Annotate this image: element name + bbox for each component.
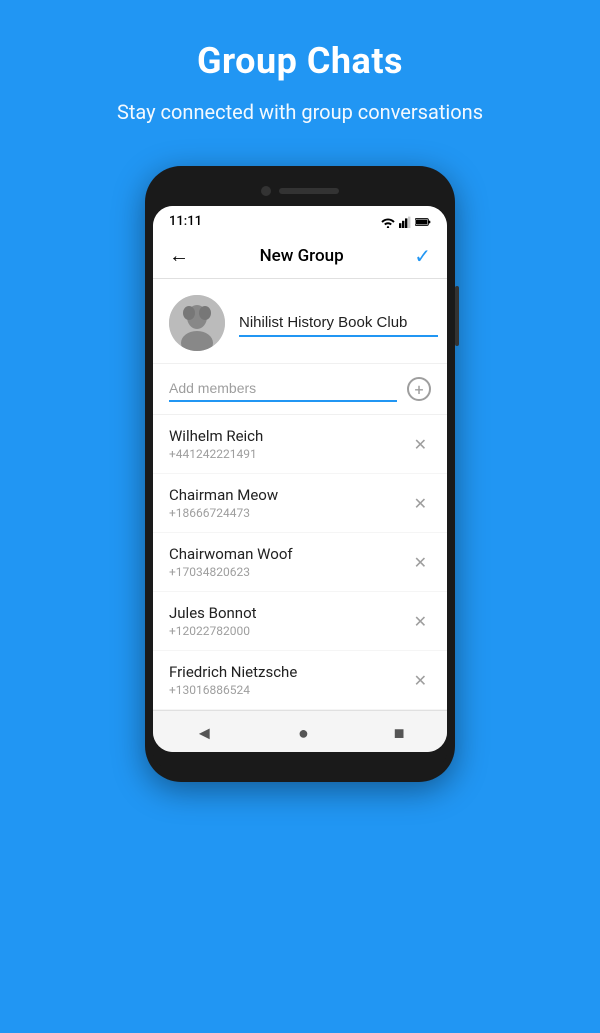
- list-item: Friedrich Nietzsche +13016886524 ✕: [153, 651, 447, 710]
- back-button[interactable]: ←: [169, 243, 189, 268]
- list-item: Jules Bonnot +12022782000 ✕: [153, 592, 447, 651]
- nav-home-button[interactable]: ●: [298, 723, 309, 744]
- member-phone: +18666724473: [169, 506, 278, 520]
- group-name-section: [153, 279, 447, 364]
- nav-recents-button[interactable]: ■: [394, 723, 405, 744]
- avatar-image: [169, 295, 225, 351]
- phone-top-bar: [153, 180, 447, 206]
- status-bar: 11:11: [153, 206, 447, 233]
- member-phone: +12022782000: [169, 624, 257, 638]
- battery-icon: [415, 217, 431, 227]
- page-subtitle: Stay connected with group conversations: [60, 98, 540, 126]
- member-info: Chairwoman Woof +17034820623: [169, 545, 293, 579]
- phone-screen: 11:11: [153, 206, 447, 752]
- remove-member-button[interactable]: ✕: [410, 667, 431, 694]
- member-name: Jules Bonnot: [169, 604, 257, 622]
- page-title: Group Chats: [60, 40, 540, 82]
- phone-side-button: [455, 286, 459, 346]
- speaker-icon: [279, 188, 339, 194]
- group-name-input[interactable]: [239, 310, 438, 337]
- remove-member-button[interactable]: ✕: [410, 490, 431, 517]
- member-info: Chairman Meow +18666724473: [169, 486, 278, 520]
- phone-nav-bar: ◄ ● ■: [153, 710, 447, 752]
- member-list: Wilhelm Reich +441242221491 ✕ Chairman M…: [153, 415, 447, 710]
- camera-icon: [261, 186, 271, 196]
- plus-icon: +: [414, 380, 423, 399]
- nav-back-button[interactable]: ◄: [195, 723, 213, 744]
- add-members-input[interactable]: [169, 376, 397, 402]
- member-info: Friedrich Nietzsche +13016886524: [169, 663, 297, 697]
- signal-icon: [399, 216, 411, 228]
- member-phone: +441242221491: [169, 447, 263, 461]
- member-name: Chairman Meow: [169, 486, 278, 504]
- status-time: 11:11: [169, 214, 202, 229]
- list-item: Chairman Meow +18666724473 ✕: [153, 474, 447, 533]
- phone-bottom: [153, 752, 447, 768]
- app-toolbar: ← New Group ✓: [153, 233, 447, 279]
- phone-outer: 11:11: [145, 166, 455, 782]
- status-icons: [381, 216, 431, 228]
- header-section: Group Chats Stay connected with group co…: [0, 0, 600, 156]
- remove-member-button[interactable]: ✕: [410, 549, 431, 576]
- add-members-section: +: [153, 364, 447, 415]
- add-member-button[interactable]: +: [407, 377, 431, 401]
- member-info: Jules Bonnot +12022782000: [169, 604, 257, 638]
- list-item: Wilhelm Reich +441242221491 ✕: [153, 415, 447, 474]
- list-item: Chairwoman Woof +17034820623 ✕: [153, 533, 447, 592]
- confirm-button[interactable]: ✓: [414, 244, 431, 268]
- remove-member-button[interactable]: ✕: [410, 431, 431, 458]
- group-avatar: [169, 295, 225, 351]
- member-phone: +17034820623: [169, 565, 293, 579]
- toolbar-title: New Group: [260, 246, 344, 266]
- member-name: Wilhelm Reich: [169, 427, 263, 445]
- member-name: Chairwoman Woof: [169, 545, 293, 563]
- member-info: Wilhelm Reich +441242221491: [169, 427, 263, 461]
- member-name: Friedrich Nietzsche: [169, 663, 297, 681]
- phone-wrapper: 11:11: [145, 166, 455, 782]
- member-phone: +13016886524: [169, 683, 297, 697]
- wifi-icon: [381, 216, 395, 228]
- remove-member-button[interactable]: ✕: [410, 608, 431, 635]
